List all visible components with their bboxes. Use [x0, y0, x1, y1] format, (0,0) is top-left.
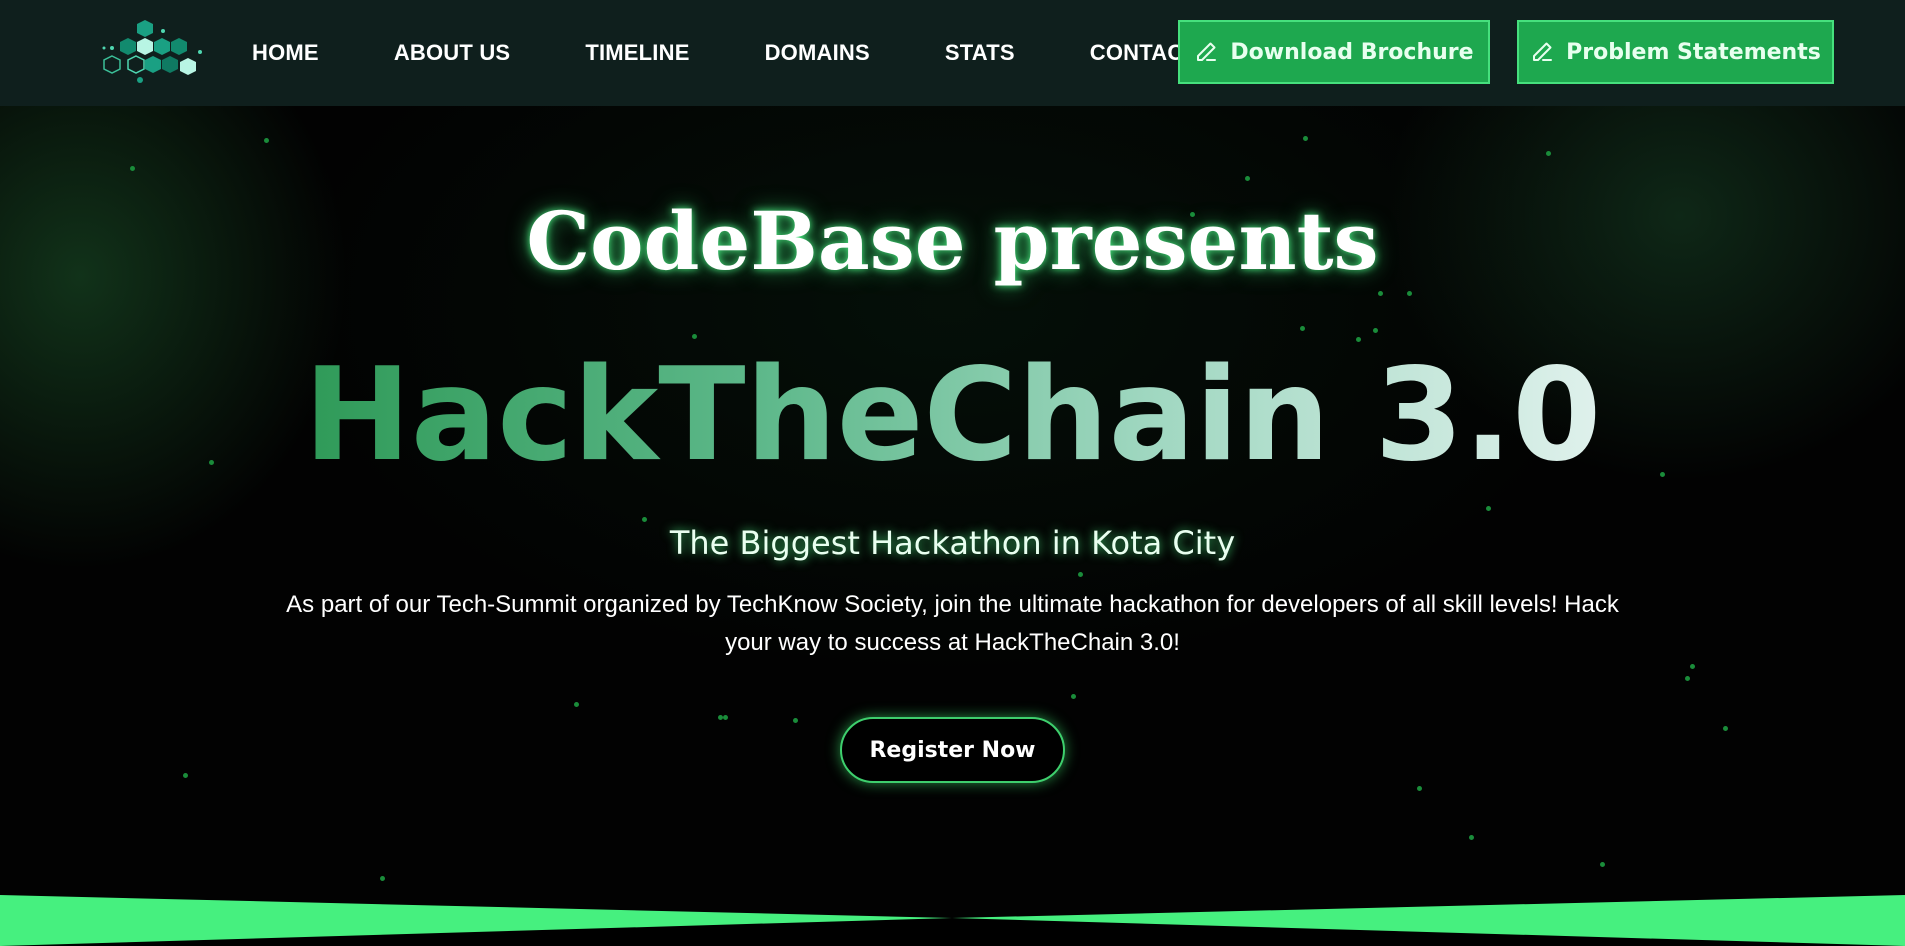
hero-section: CodeBase presents HackTheChain 3.0 The B… [0, 106, 1905, 946]
pencil-icon [1530, 40, 1554, 64]
download-brochure-button[interactable]: Download Brochure [1178, 20, 1490, 84]
presenter-heading: CodeBase presents [526, 194, 1379, 288]
particle-dot [574, 702, 579, 707]
event-title-text: HackTheChain 3.0 [303, 341, 1602, 490]
particle-dot [1407, 291, 1412, 296]
nav-about-us[interactable]: ABOUT US [394, 40, 511, 66]
section-divider [0, 895, 1905, 946]
nav-stats[interactable]: STATS [945, 40, 1015, 66]
particle-dot [130, 166, 135, 171]
particle-dot [1685, 676, 1690, 681]
particle-dot [692, 334, 697, 339]
register-now-button[interactable]: Register Now [840, 717, 1065, 783]
nav-domains[interactable]: DOMAINS [765, 40, 870, 66]
particle-dot [1245, 176, 1250, 181]
event-tagline: The Biggest Hackathon in Kota City [669, 524, 1236, 562]
particle-dot [1417, 786, 1422, 791]
particle-dot [1378, 291, 1383, 296]
nav-timeline[interactable]: TIMELINE [585, 40, 689, 66]
particle-dot [380, 876, 385, 881]
particle-dot [1486, 506, 1491, 511]
particle-dot [1300, 326, 1305, 331]
particle-dot [1723, 726, 1728, 731]
problem-statements-label: Problem Statements [1566, 39, 1821, 65]
pencil-icon [1194, 40, 1218, 64]
particle-dot [1690, 664, 1695, 669]
particle-dot [642, 517, 647, 522]
particle-dot [1546, 151, 1551, 156]
particle-dot [1469, 835, 1474, 840]
event-title: HackTheChain 3.0 [0, 345, 1905, 487]
nav-home[interactable]: HOME [252, 40, 319, 66]
particle-dot [1303, 136, 1308, 141]
download-brochure-label: Download Brochure [1230, 39, 1474, 65]
main-nav: HOME ABOUT US TIMELINE DOMAINS STATS CON… [252, 0, 1197, 106]
event-description: As part of our Tech-Summit organized by … [286, 591, 1619, 656]
particle-dot [1600, 862, 1605, 867]
top-navbar: HOME ABOUT US TIMELINE DOMAINS STATS CON… [0, 0, 1905, 106]
problem-statements-button[interactable]: Problem Statements [1517, 20, 1834, 84]
particle-dot [1373, 328, 1378, 333]
particle-dot [264, 138, 269, 143]
particle-dot [1078, 572, 1083, 577]
particle-dot [793, 718, 798, 723]
particle-dot [1071, 694, 1076, 699]
hexagon-logo-icon[interactable] [100, 18, 210, 88]
particle-dot [723, 715, 728, 720]
particle-dot [183, 773, 188, 778]
